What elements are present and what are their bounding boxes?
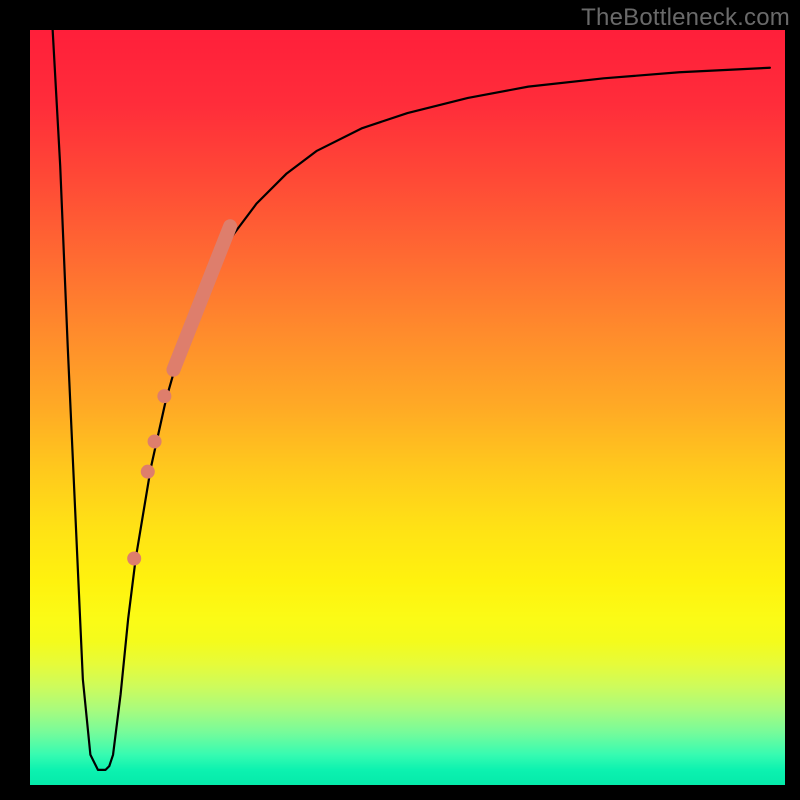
- watermark-text: TheBottleneck.com: [581, 4, 790, 32]
- highlighted-points-group: [127, 389, 171, 565]
- highlighted-curve-segment: [173, 226, 230, 369]
- highlighted-point: [157, 389, 171, 403]
- highlighted-point: [127, 552, 141, 566]
- chart-overlay-svg: [30, 30, 785, 785]
- highlighted-point: [141, 465, 155, 479]
- chart-plot-area: [30, 30, 785, 785]
- highlighted-point: [148, 434, 162, 448]
